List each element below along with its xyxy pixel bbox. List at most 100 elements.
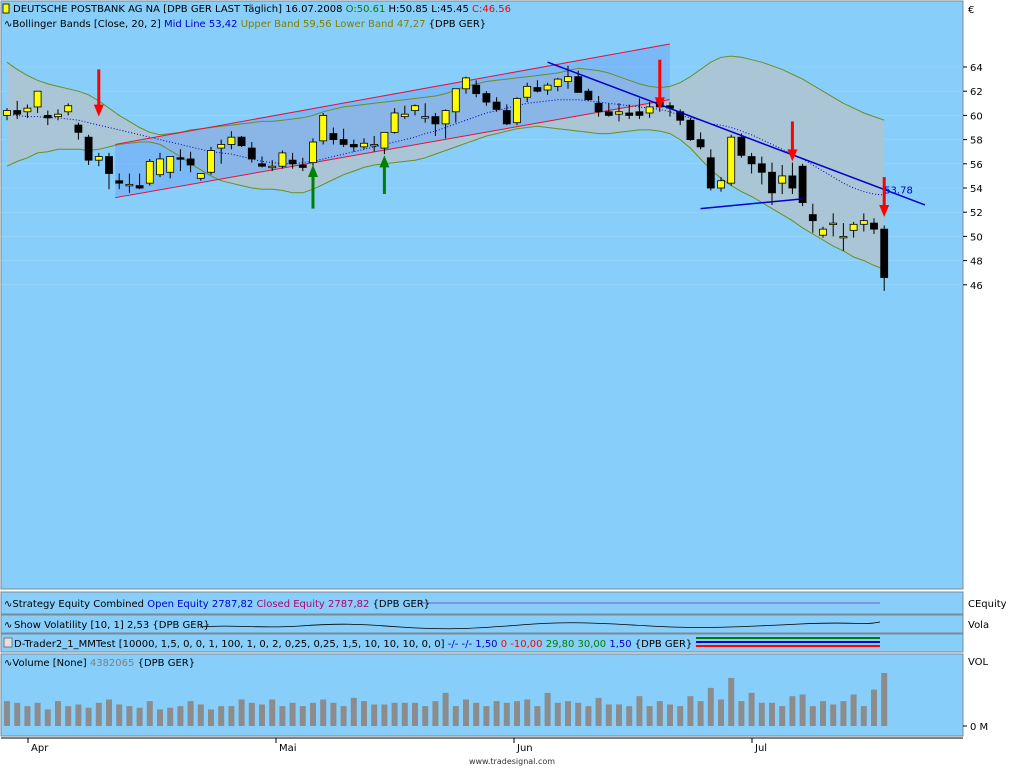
volume-bar [493, 701, 500, 726]
candle-body [237, 136, 246, 147]
volatility-icon: ∿ [4, 620, 12, 631]
volume-bar [667, 704, 673, 726]
candle-body [217, 144, 226, 149]
dtrader-icon [3, 637, 13, 648]
candle-body [258, 163, 266, 167]
volume-bar [126, 706, 133, 726]
dtrader-title: D-Trader2_1_MMTest [10000, 1,5, 0, 0, 1,… [14, 639, 692, 650]
footer-link[interactable]: www.tradesignal.com [469, 757, 555, 766]
volume-title: ∿Volume [None] 4382065 {DPB GER} [4, 658, 195, 669]
candle-body [523, 85, 532, 98]
candle-body [798, 165, 807, 203]
candle-body [788, 175, 797, 189]
candle-body [360, 142, 368, 148]
candle-body [23, 107, 32, 113]
volume-bar [830, 704, 837, 726]
volume-bar [575, 702, 582, 726]
volume-bar [595, 697, 602, 726]
candle-body [370, 144, 379, 147]
price-tick-label: 52 [970, 208, 983, 219]
volume-bar [177, 706, 184, 726]
volume-axis-label: VOL [968, 657, 989, 668]
volume-bar [24, 706, 31, 726]
volume-bar [279, 706, 286, 726]
candle-body [502, 110, 511, 125]
volatility-axis-label: Vola [968, 620, 989, 631]
volume-bar [728, 677, 735, 726]
time-tick-label: Jun [516, 743, 533, 754]
volume-bar [779, 706, 786, 726]
candle [686, 117, 695, 141]
time-tick-label: Mai [279, 743, 297, 754]
volume-bar [269, 699, 276, 726]
volume-bar [585, 706, 592, 726]
volume-bar [616, 704, 622, 726]
candle-body [329, 133, 338, 141]
volume-bar [44, 709, 51, 726]
candle-body [13, 110, 22, 115]
volume-bar [881, 672, 888, 726]
candle-body [492, 101, 501, 110]
candle [237, 135, 246, 147]
price-tick-label: 54 [970, 184, 983, 195]
candle-body [564, 76, 572, 82]
volume-bar [544, 692, 551, 726]
candle-body [870, 222, 878, 230]
volume-bar [687, 696, 694, 726]
candle-body [278, 152, 287, 167]
volatility-title: Show Volatility [10, 1] 2,53 {DPB GER} [14, 620, 210, 631]
price-tick-label: 62 [970, 87, 983, 98]
volume-bar [820, 701, 826, 726]
volume-bar [197, 704, 204, 726]
candle-body [778, 175, 787, 184]
candle-body [186, 158, 195, 166]
volume-bar [208, 709, 214, 726]
volume-bar [116, 704, 123, 726]
candle-body [125, 183, 134, 187]
volume-bar [248, 702, 255, 726]
indicator-title: ∿Bollinger Bands [Close, 20, 2] Mid Line… [4, 19, 486, 30]
volume-bar [707, 687, 714, 726]
candle-body [421, 116, 430, 119]
volume-bar [371, 704, 378, 726]
price-tick-label: 64 [970, 63, 983, 74]
candle-body [615, 111, 623, 115]
candle-body [645, 106, 654, 114]
volume-bar [860, 706, 867, 726]
volume-bar [677, 706, 684, 726]
volume-bar [718, 699, 724, 726]
candle-body [400, 113, 409, 118]
candle-body [451, 88, 460, 113]
candle-body [533, 87, 542, 92]
candle-body [584, 90, 593, 101]
candle-body [635, 111, 644, 116]
candle-body [339, 139, 348, 145]
candle-body [94, 156, 103, 161]
candle-body [227, 136, 236, 145]
volume-bar [310, 702, 316, 726]
candle-body [298, 164, 307, 168]
candle [319, 112, 328, 145]
candle-body [819, 228, 827, 236]
volume-bar [646, 706, 653, 726]
currency-label: € [968, 5, 974, 16]
volume-bar [167, 707, 174, 726]
candle [84, 134, 93, 166]
candle-body [472, 84, 481, 95]
candle-body [105, 156, 113, 174]
volume-bar [463, 699, 469, 726]
candle [513, 97, 521, 126]
candle-body [574, 76, 583, 93]
candle-body [309, 141, 317, 163]
candle-body [74, 124, 83, 133]
candle-body [686, 119, 695, 140]
volume-bar [65, 706, 72, 726]
candle-body [156, 158, 164, 176]
candle-body [166, 156, 175, 173]
candle-body [849, 223, 858, 231]
candle-body [482, 93, 491, 103]
candle-body [859, 220, 868, 225]
candle-body [829, 222, 838, 225]
candle-body [462, 77, 470, 90]
candle-body [757, 163, 766, 173]
